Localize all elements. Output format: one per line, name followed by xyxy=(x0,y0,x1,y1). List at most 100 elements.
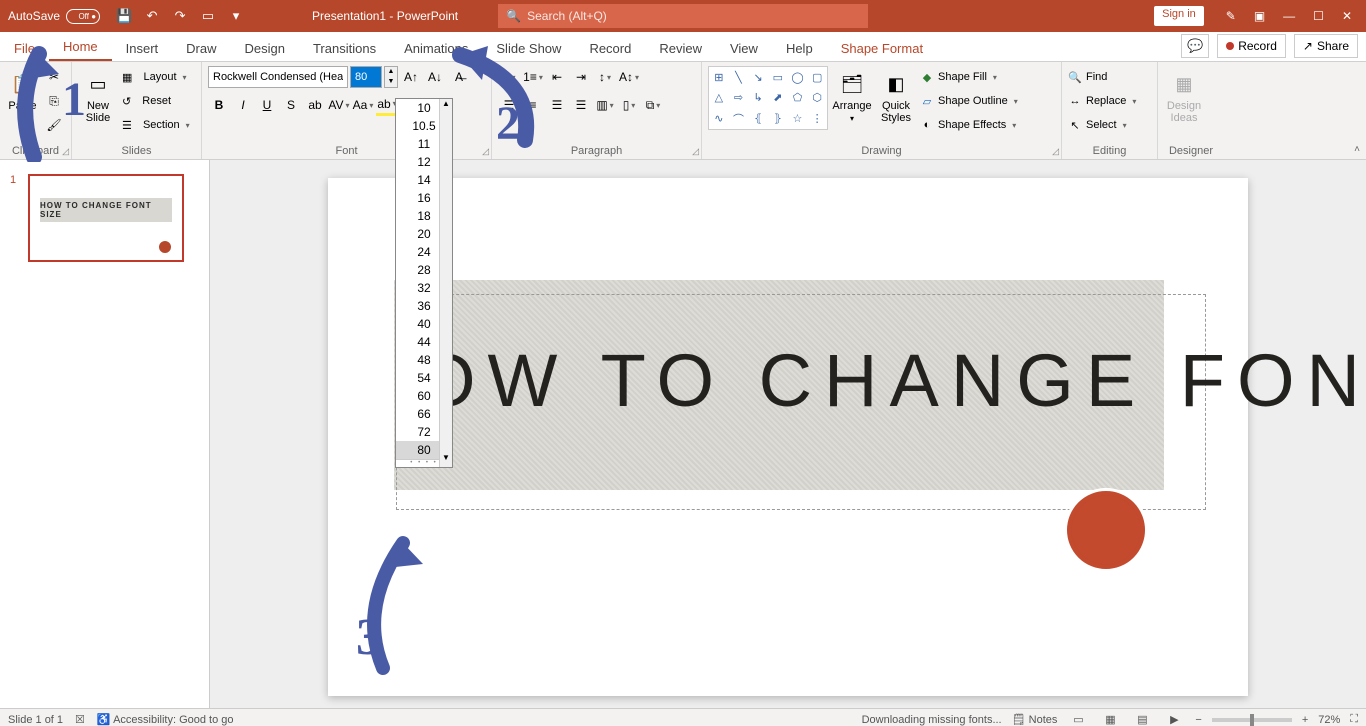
spellcheck-icon[interactable]: ☒ xyxy=(75,713,85,726)
justify-button[interactable]: ☰ xyxy=(570,94,592,116)
search-box[interactable]: 🔍 Search (Alt+Q) xyxy=(498,4,868,28)
chevron-down-icon[interactable]: ▼ xyxy=(385,77,397,87)
slide-sorter-view-button[interactable]: ▦ xyxy=(1099,712,1121,726)
normal-view-button[interactable]: ▭ xyxy=(1067,712,1089,726)
tab-help[interactable]: Help xyxy=(772,36,827,61)
tab-transitions[interactable]: Transitions xyxy=(299,36,390,61)
grow-font-button[interactable]: A↑ xyxy=(400,66,422,88)
smartart-button[interactable]: ⧉ xyxy=(642,94,664,116)
shape-rounded-rect-icon[interactable]: ▢ xyxy=(807,67,827,88)
fit-to-window-button[interactable]: ⛶ xyxy=(1350,713,1358,726)
shape-arc-icon[interactable]: ⌒ xyxy=(729,108,749,129)
slideshow-view-button[interactable]: ▶ xyxy=(1163,712,1185,726)
shape-textbox-icon[interactable]: ⊞ xyxy=(709,67,729,88)
shape-connector-icon[interactable]: ↳ xyxy=(748,88,768,109)
shape-hexagon-icon[interactable]: ⬡ xyxy=(807,88,827,109)
record-button[interactable]: Record xyxy=(1217,34,1286,58)
chevron-up-icon[interactable]: ▲ xyxy=(385,67,397,77)
font-name-input[interactable] xyxy=(208,66,348,88)
find-button[interactable]: 🔍Find xyxy=(1068,66,1136,88)
autosave-state[interactable]: Off ● xyxy=(66,9,100,24)
notes-button[interactable]: 🗒 Notes xyxy=(1012,713,1058,726)
ribbon-display-icon[interactable]: ▣ xyxy=(1254,9,1265,23)
close-icon[interactable]: ✕ xyxy=(1342,9,1352,23)
tab-design[interactable]: Design xyxy=(231,36,299,61)
zoom-slider[interactable] xyxy=(1212,718,1292,722)
tab-view[interactable]: View xyxy=(716,36,772,61)
shape-right-arrow-icon[interactable]: ⇨ xyxy=(729,88,749,109)
slide[interactable]: OW TO CHANGE FONT SIZE 3 xyxy=(328,178,1248,696)
select-button[interactable]: ↖Select xyxy=(1068,114,1136,136)
shape-curve-icon[interactable]: ∿ xyxy=(709,108,729,129)
zoom-in-button[interactable]: + xyxy=(1302,714,1308,726)
share-button[interactable]: ↗Share xyxy=(1294,34,1358,58)
decrease-indent-button[interactable]: ⇤ xyxy=(546,66,568,88)
tab-insert[interactable]: Insert xyxy=(112,36,173,61)
redo-icon[interactable]: ↷ xyxy=(172,8,188,24)
shape-triangle-icon[interactable]: △ xyxy=(709,88,729,109)
drawing-dialog-launcher[interactable]: ◿ xyxy=(1052,146,1059,157)
replace-button[interactable]: ↔Replace xyxy=(1068,90,1136,112)
shape-oval-icon[interactable]: ◯ xyxy=(788,67,808,88)
char-spacing-button[interactable]: AV xyxy=(328,94,350,116)
reading-view-button[interactable]: ▤ xyxy=(1131,712,1153,726)
quick-styles-button[interactable]: ◧ Quick Styles xyxy=(876,66,916,145)
increase-indent-button[interactable]: ⇥ xyxy=(570,66,592,88)
shape-star-icon[interactable]: ☆ xyxy=(788,108,808,129)
text-direction-button[interactable]: A↕ xyxy=(618,66,640,88)
present-icon[interactable]: ▭ xyxy=(200,8,216,24)
slide-headline[interactable]: OW TO CHANGE FONT SIZE xyxy=(418,338,1366,423)
customize-qat-icon[interactable]: ▾ xyxy=(228,8,244,24)
tab-record[interactable]: Record xyxy=(575,36,645,61)
strikethrough-button[interactable]: S xyxy=(280,94,302,116)
zoom-percent[interactable]: 72% xyxy=(1318,714,1340,726)
columns-button[interactable]: ▥ xyxy=(594,94,616,116)
font-size-dropdown-button[interactable]: ▲ ▼ xyxy=(384,66,398,88)
zoom-out-button[interactable]: − xyxy=(1195,714,1201,726)
design-ideas-button[interactable]: ▦ Design Ideas xyxy=(1164,66,1204,145)
shape-brace-icon[interactable]: ⦄ xyxy=(768,108,788,129)
shapes-more-icon[interactable]: ⋮ xyxy=(807,108,827,129)
shapes-gallery[interactable]: ⊞╲↘▭◯▢ △⇨↳⬈⬠⬡ ∿⌒⦃⦄☆⋮ xyxy=(708,66,828,130)
arrange-button[interactable]: 🗂 Arrange▾ xyxy=(832,66,872,145)
reset-button[interactable]: ↺ Reset xyxy=(122,90,190,112)
font-size-input[interactable] xyxy=(350,66,382,88)
scroll-down-icon[interactable]: ▼ xyxy=(440,453,452,467)
text-shadow-button[interactable]: ab xyxy=(304,94,326,116)
dropdown-scrollbar[interactable]: ▲ ▼ xyxy=(439,99,452,467)
tab-shape-format[interactable]: Shape Format xyxy=(827,36,937,61)
slide-canvas-area[interactable]: OW TO CHANGE FONT SIZE 3 xyxy=(210,160,1366,708)
touch-mode-icon[interactable]: ✎ xyxy=(1226,9,1236,23)
shape-line-icon[interactable]: ╲ xyxy=(729,67,749,88)
paragraph-dialog-launcher[interactable]: ◿ xyxy=(692,146,699,157)
underline-button[interactable]: U xyxy=(256,94,278,116)
bold-button[interactable]: B xyxy=(208,94,230,116)
autosave-toggle[interactable]: AutoSave Off ● xyxy=(0,9,108,24)
tab-draw[interactable]: Draw xyxy=(172,36,230,61)
sign-in-button[interactable]: Sign in xyxy=(1154,6,1204,26)
font-size-dropdown[interactable]: 10 10.5 11 12 14 16 18 20 24 28 32 36 40… xyxy=(395,98,453,468)
collapse-ribbon-button[interactable]: ˄ xyxy=(1354,144,1360,155)
shape-pentagon-icon[interactable]: ⬠ xyxy=(788,88,808,109)
slide-thumbnails-panel[interactable]: 1 HOW TO CHANGE FONT SIZE xyxy=(0,160,210,708)
layout-button[interactable]: ▦ Layout xyxy=(122,66,190,88)
line-spacing-button[interactable]: ↕ xyxy=(594,66,616,88)
undo-icon[interactable]: ↶ xyxy=(144,8,160,24)
change-case-button[interactable]: Aa xyxy=(352,94,374,116)
tab-review[interactable]: Review xyxy=(645,36,716,61)
minimize-icon[interactable]: — xyxy=(1283,9,1295,23)
shape-block-arrow-icon[interactable]: ⬈ xyxy=(768,88,788,109)
maximize-icon[interactable]: ☐ xyxy=(1313,9,1324,23)
shape-arrow-line-icon[interactable]: ↘ xyxy=(748,67,768,88)
comments-button[interactable]: 💬 xyxy=(1181,34,1209,58)
italic-button[interactable]: I xyxy=(232,94,254,116)
section-button[interactable]: ☰ Section xyxy=(122,114,190,136)
shape-rect-icon[interactable]: ▭ xyxy=(768,67,788,88)
accessibility-status[interactable]: ♿ Accessibility: Good to go xyxy=(97,713,234,726)
shape-freeform-icon[interactable]: ⦃ xyxy=(748,108,768,129)
slide-thumbnail[interactable]: HOW TO CHANGE FONT SIZE xyxy=(28,174,184,262)
save-icon[interactable]: 💾 xyxy=(116,8,132,24)
align-text-button[interactable]: ▯ xyxy=(618,94,640,116)
shape-effects-button[interactable]: ◐Shape Effects xyxy=(920,114,1018,136)
shape-fill-button[interactable]: ◆Shape Fill xyxy=(920,66,1018,88)
